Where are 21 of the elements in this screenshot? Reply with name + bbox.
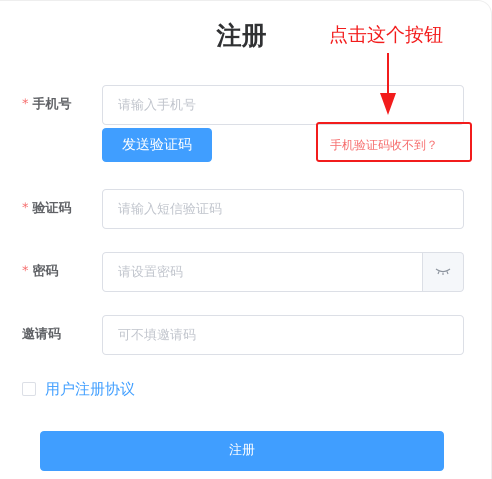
required-mark: * bbox=[22, 97, 28, 112]
password-field[interactable]: 请设置密码 bbox=[102, 252, 423, 292]
annotation-text: 点击这个按钮 bbox=[329, 23, 443, 48]
send-code-button[interactable]: 发送验证码 bbox=[102, 128, 212, 162]
agreement-link[interactable]: 用户注册协议 bbox=[45, 378, 135, 400]
annotation-arrow bbox=[378, 53, 398, 115]
field-label: 密码 bbox=[32, 264, 58, 280]
closed-eye-icon bbox=[435, 268, 451, 276]
input-field[interactable]: 可不填邀请码 bbox=[102, 315, 464, 355]
input-field[interactable]: 请输入手机号 bbox=[102, 85, 464, 125]
checkbox[interactable] bbox=[22, 382, 36, 396]
register-button[interactable]: 注册 bbox=[40, 430, 444, 470]
input-field[interactable]: 请输入短信验证码 bbox=[102, 189, 464, 229]
required-mark: * bbox=[22, 201, 28, 216]
password-toggle[interactable] bbox=[423, 252, 464, 292]
help-link[interactable]: 手机验证码收不到？ bbox=[330, 136, 438, 154]
page-title: 注册 bbox=[216, 21, 266, 51]
required-mark: * bbox=[22, 264, 28, 280]
field-label: 邀请码 bbox=[22, 327, 61, 342]
field-label: 手机号 bbox=[32, 97, 72, 112]
field-label: 验证码 bbox=[32, 201, 72, 216]
